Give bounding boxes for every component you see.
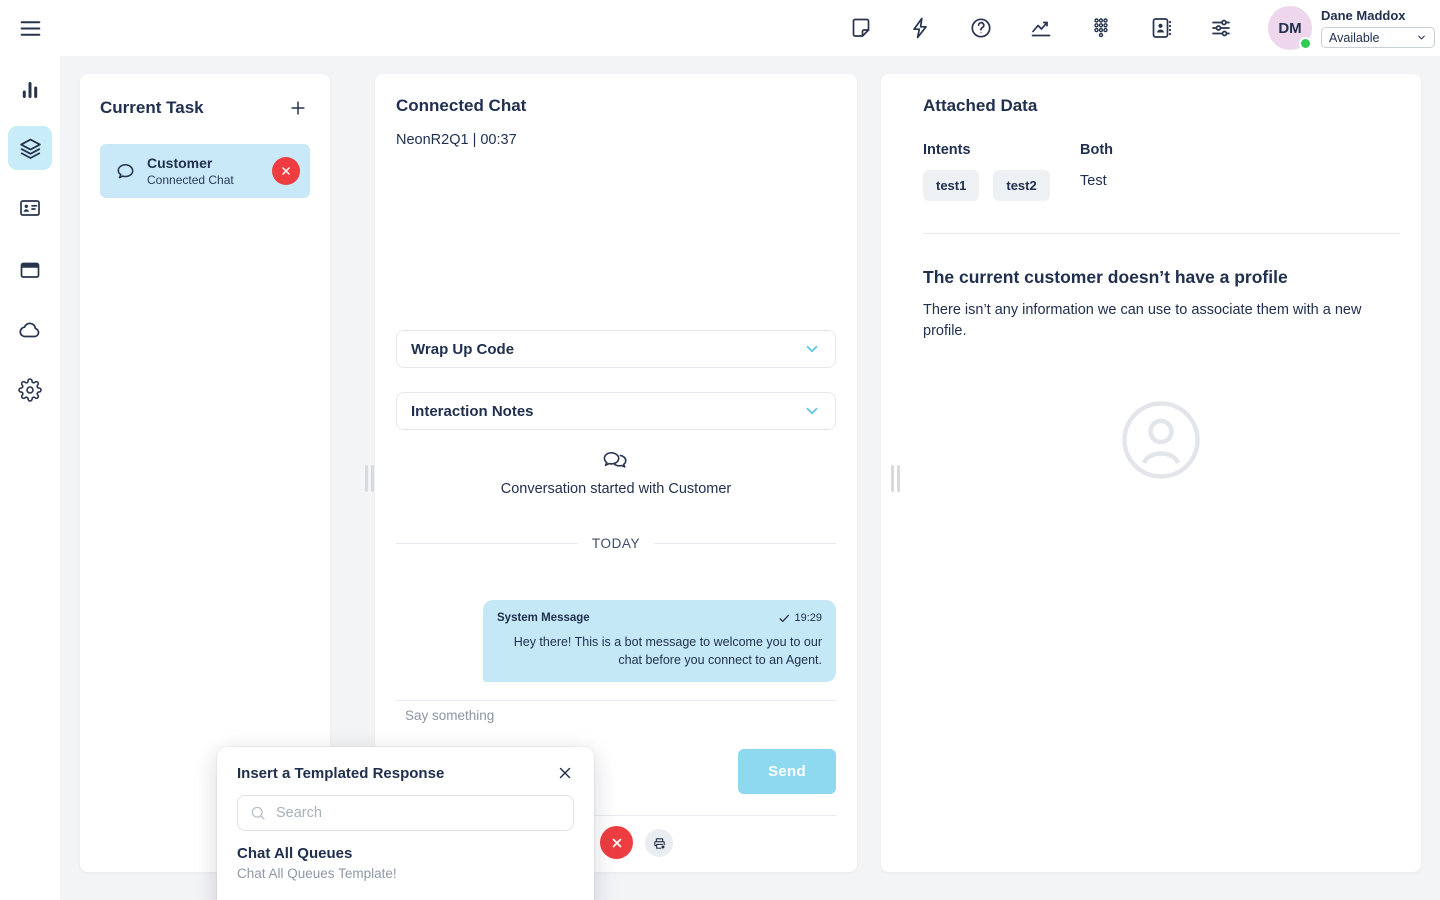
address-book-icon [1149, 16, 1173, 40]
both-label: Both [1080, 142, 1113, 158]
plus-icon [288, 98, 308, 118]
sidebar-item-workspace[interactable] [8, 248, 52, 292]
contact-card-icon [18, 196, 42, 220]
analytics-button[interactable] [1023, 10, 1059, 46]
attached-data-panel: Attached Data Intents test1 test2 Both T… [881, 74, 1421, 872]
profile-placeholder [1121, 400, 1201, 480]
panel-resize-handle[interactable] [891, 465, 900, 492]
end-chat-button[interactable] [600, 826, 633, 859]
topbar: DM Dane Maddox Available [0, 0, 1440, 56]
sidebar [0, 56, 60, 900]
chevron-down-icon [803, 340, 821, 358]
wrap-up-code-accordion[interactable]: Wrap Up Code [396, 330, 836, 368]
topbar-actions [843, 10, 1239, 46]
template-item-name: Chat All Queues [237, 845, 574, 862]
status-dot [1299, 37, 1312, 50]
attached-data-title: Attached Data [923, 96, 1037, 116]
sidebar-item-settings[interactable] [8, 368, 52, 412]
print-transcript-button[interactable] [645, 829, 673, 857]
interaction-notes-accordion[interactable]: Interaction Notes [396, 392, 836, 430]
dialpad-icon [1089, 16, 1113, 40]
message-sender: System Message [497, 612, 590, 624]
intent-chip: test1 [923, 170, 979, 201]
message-text: Hey there! This is a bot message to welc… [497, 633, 822, 669]
sidebar-item-contacts[interactable] [8, 186, 52, 230]
close-icon [280, 165, 292, 177]
day-divider: TODAY [396, 536, 836, 551]
chat-bubbles-icon [601, 448, 631, 474]
chat-title: Connected Chat [396, 96, 526, 116]
lightning-icon [909, 16, 933, 40]
chevron-down-icon [1416, 32, 1427, 43]
intents-label: Intents [923, 142, 971, 158]
no-profile-title: The current customer doesn’t have a prof… [923, 267, 1288, 288]
bar-chart-icon [18, 78, 42, 102]
menu-button[interactable] [16, 14, 44, 42]
templated-response-popup: Insert a Templated Response Chat All Que… [217, 747, 594, 900]
notes-button[interactable] [843, 10, 879, 46]
panel-resize-handle[interactable] [365, 465, 374, 492]
contacts-button[interactable] [1143, 10, 1179, 46]
menu-icon [18, 16, 43, 41]
availability-value: Available [1329, 31, 1380, 45]
divider [396, 700, 836, 701]
template-item-description: Chat All Queues Template! [237, 866, 574, 881]
user-meta: Dane Maddox Available [1321, 8, 1437, 48]
chat-message-input[interactable] [405, 708, 805, 723]
template-item[interactable]: Chat All Queues Chat All Queues Template… [217, 831, 594, 881]
preferences-button[interactable] [1203, 10, 1239, 46]
cloud-icon [18, 318, 42, 342]
day-divider-label: TODAY [592, 536, 640, 551]
chevron-down-icon [803, 402, 821, 420]
note-icon [849, 16, 873, 40]
sidebar-item-tasks[interactable] [8, 126, 52, 170]
message-meta: 19:29 [778, 612, 822, 624]
dialpad-button[interactable] [1083, 10, 1119, 46]
sidebar-item-analytics[interactable] [8, 68, 52, 112]
chat-bubble-icon [114, 160, 137, 183]
wrap-up-code-label: Wrap Up Code [411, 341, 514, 358]
help-icon [969, 16, 993, 40]
user-circle-icon [1121, 400, 1201, 480]
popup-title: Insert a Templated Response [237, 765, 444, 782]
print-icon [652, 836, 667, 851]
close-icon [610, 836, 624, 850]
task-card[interactable]: Customer Connected Chat [100, 144, 310, 198]
template-search-input[interactable] [276, 805, 562, 821]
close-icon [556, 764, 574, 782]
send-button[interactable]: Send [738, 749, 836, 794]
user-name: Dane Maddox [1321, 8, 1437, 23]
task-type: Connected Chat [147, 173, 262, 187]
no-profile-body: There isn’t any information we can use t… [923, 300, 1397, 342]
search-icon [249, 804, 267, 822]
divider [923, 233, 1399, 234]
conversation-start-notice: Conversation started with Customer [375, 448, 857, 497]
quick-actions-button[interactable] [903, 10, 939, 46]
window-icon [18, 258, 42, 282]
user-avatar[interactable]: DM [1268, 6, 1312, 50]
check-icon [778, 612, 790, 624]
availability-dropdown[interactable]: Available [1321, 27, 1435, 48]
both-value: Test [1080, 173, 1107, 189]
task-text: Customer Connected Chat [147, 155, 262, 187]
gear-icon [18, 378, 42, 402]
interaction-notes-label: Interaction Notes [411, 403, 534, 420]
sliders-icon [1209, 16, 1233, 40]
help-button[interactable] [963, 10, 999, 46]
line-chart-icon [1029, 16, 1053, 40]
template-search [237, 795, 574, 831]
intents-chips: test1 test2 [923, 170, 1050, 201]
conversation-start-text: Conversation started with Customer [375, 481, 857, 497]
popup-close-button[interactable] [552, 760, 578, 786]
intent-chip: test2 [993, 170, 1049, 201]
layers-icon [18, 136, 43, 161]
end-task-button[interactable] [272, 157, 300, 185]
message-time: 19:29 [794, 612, 822, 624]
system-message-bubble: System Message 19:29 Hey there! This is … [483, 600, 836, 682]
current-task-title: Current Task [100, 98, 204, 118]
add-task-button[interactable] [284, 94, 312, 122]
sidebar-item-cloud[interactable] [8, 308, 52, 352]
task-name: Customer [147, 155, 262, 171]
chat-session-info: NeonR2Q1 | 00:37 [396, 132, 517, 148]
